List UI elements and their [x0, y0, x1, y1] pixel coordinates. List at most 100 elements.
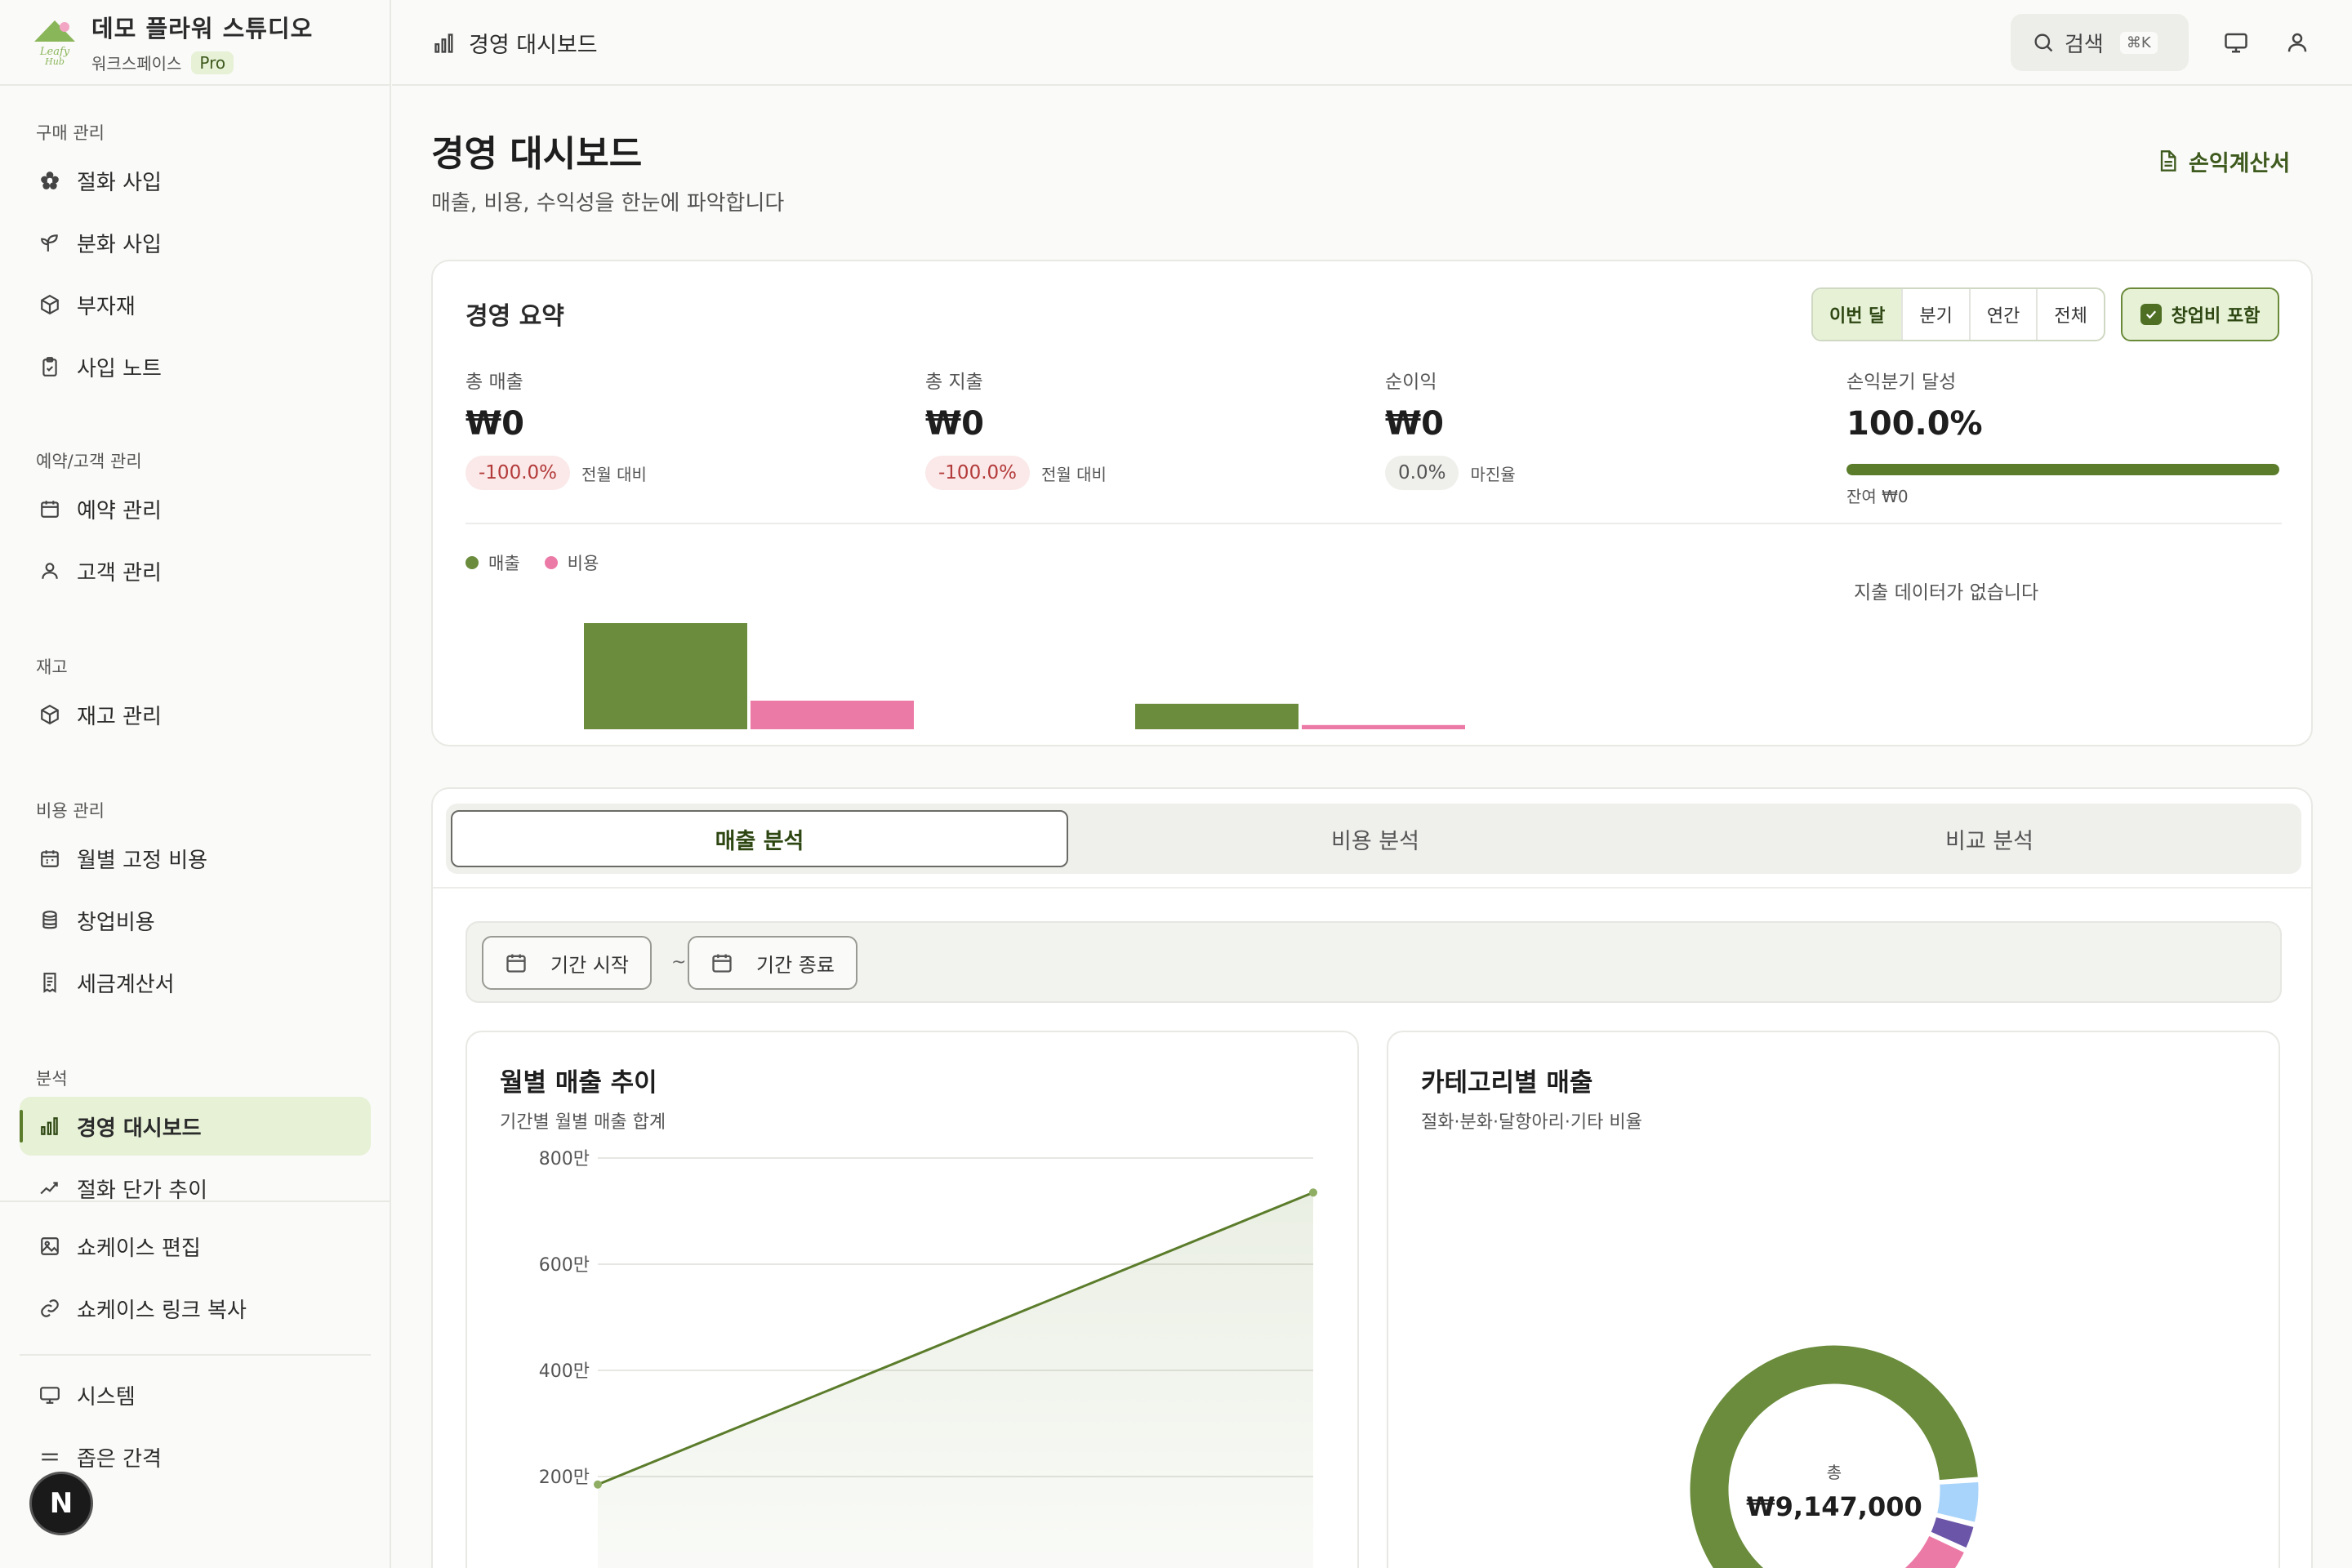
tabs-divider [433, 887, 2311, 889]
kpi-value: 100.0% [1846, 405, 1983, 443]
period-selector: 이번 달 분기 연간 전체 [1811, 287, 2105, 341]
link-icon [38, 1296, 62, 1321]
period-this-month[interactable]: 이번 달 [1813, 289, 1904, 340]
calendar-icon [38, 497, 62, 521]
sidebar-item-price-trend[interactable]: 절화 단가 추이 [20, 1159, 371, 1205]
sidebar-item-label: 쇼케이스 링크 복사 [77, 1298, 247, 1323]
section-title-inventory: 재고 [36, 657, 68, 677]
sidebar-item-label: 세금계산서 [77, 972, 175, 997]
sidebar-divider [20, 1354, 371, 1356]
sidebar-item-supplies[interactable]: 부자재 [20, 275, 371, 334]
sidebar-item-inventory[interactable]: 재고 관리 [20, 685, 371, 744]
monthly-revenue-subtitle: 기간별 월별 매출 합계 [500, 1112, 666, 1133]
user-icon [38, 559, 62, 583]
user-icon[interactable] [2283, 28, 2312, 57]
kpi-caption: 마진율 [1470, 464, 1516, 484]
section-title-analysis: 분석 [36, 1069, 68, 1089]
header-title: 경영 대시보드 [433, 0, 598, 86]
lines-icon [38, 1445, 62, 1469]
search-label: 검색 [2065, 32, 2104, 57]
date-end-button[interactable]: 기간 종료 [688, 936, 858, 990]
analysis-tabs: 매출 분석 비용 분석 비교 분석 [446, 804, 2301, 874]
coins-icon [38, 908, 62, 933]
tab-expense-analysis[interactable]: 비용 분석 [1068, 810, 1682, 867]
period-all[interactable]: 전체 [2038, 289, 2103, 340]
calendar-icon [38, 846, 62, 871]
brand-name: 데모 플라워 스튜디오 [91, 15, 314, 42]
search-shortcut: ⌘K [2119, 31, 2158, 54]
bar-expense-0 [751, 700, 914, 729]
calendar-icon [710, 951, 733, 974]
sidebar-item-system[interactable]: 시스템 [20, 1365, 371, 1424]
income-statement-label: 손익계산서 [2189, 150, 2291, 176]
sidebar-item-showcase-edit[interactable]: 쇼케이스 편집 [20, 1217, 371, 1276]
donut-center-value: ₩9,147,000 [1746, 1491, 1922, 1522]
income-statement-button[interactable]: 손익계산서 [2156, 144, 2290, 178]
summary-divider [466, 523, 2282, 524]
section-title-purchase: 구매 관리 [36, 123, 105, 143]
trend-icon [38, 1176, 62, 1200]
flower-icon [38, 168, 62, 193]
sidebar-item-label: 절화 단가 추이 [77, 1178, 208, 1203]
revenue-point[interactable] [1309, 1188, 1317, 1197]
monthly-revenue-chart: 800만 600만 400만 200만 [539, 1149, 1317, 1568]
sidebar-item-tax-invoice[interactable]: 세금계산서 [20, 953, 371, 1012]
tab-revenue-analysis[interactable]: 매출 분석 [451, 810, 1068, 867]
revenue-point[interactable] [594, 1480, 602, 1489]
sidebar-item-monthly-fixed[interactable]: 월별 고정 비용 [20, 829, 371, 888]
kpi-change-badge: 0.0% [1385, 456, 1459, 490]
sidebar-item-label: 시스템 [77, 1384, 136, 1410]
sidebar-item-potted[interactable]: 분화 사입 [20, 213, 371, 272]
brand-header[interactable]: Leafy Hub 데모 플라워 스튜디오 워크스페이스 Pro [0, 0, 390, 86]
breakeven-progress-fill [1846, 464, 2279, 475]
period-quarter[interactable]: 분기 [1903, 289, 1971, 340]
page-subtitle: 매출, 비용, 수익성을 한눈에 파악합니다 [431, 191, 785, 216]
y-tick-label: 200만 [539, 1468, 590, 1488]
page-title: 경영 대시보드 [431, 133, 643, 175]
top-header: 경영 대시보드 검색 ⌘K [392, 0, 2352, 86]
calendar-icon [505, 951, 528, 974]
tab-comparison-analysis[interactable]: 비교 분석 [1682, 810, 2296, 867]
date-end-label: 기간 종료 [756, 953, 835, 977]
svg-text:Hub: Hub [44, 56, 65, 67]
kpi-value: ₩0 [1385, 405, 1444, 443]
dev-tools-badge[interactable]: N [29, 1472, 93, 1535]
bar-chart-icon [38, 1114, 62, 1138]
date-start-button[interactable]: 기간 시작 [482, 936, 652, 990]
date-range-separator: ~ [671, 952, 687, 973]
sidebar-item-customers[interactable]: 고객 관리 [20, 541, 371, 600]
section-title-reservation: 예약/고객 관리 [36, 452, 142, 471]
kpi-breakeven: 손익분기 달성 100.0% 잔여 ₩0 [1846, 366, 2287, 507]
document-icon [2156, 149, 2179, 173]
sidebar-item-reservations[interactable]: 예약 관리 [20, 479, 371, 538]
sidebar-item-label: 분화 사입 [77, 232, 162, 257]
monitor-icon[interactable] [2221, 28, 2251, 57]
sidebar-item-label: 부자재 [77, 294, 136, 319]
sidebar-item-copy-showcase-link[interactable]: 쇼케이스 링크 복사 [20, 1279, 371, 1338]
bar-revenue-0 [584, 623, 747, 729]
revenue-area [598, 1192, 1313, 1568]
kpi-caption: 전월 대비 [581, 464, 647, 484]
breakeven-progress-track [1846, 464, 2279, 475]
sidebar-item-label: 창업비용 [77, 910, 155, 935]
kpi-total-revenue: 총 매출 ₩0 -100.0% 전월 대비 [466, 366, 890, 490]
y-tick-label: 800만 [539, 1149, 590, 1169]
category-revenue-card: 카테고리별 매출 절화·분화·달항아리·기타 비율 총 ₩9,147,000 [1387, 1031, 2280, 1568]
kpi-label: 순이익 [1385, 372, 1437, 393]
workspace-label: 워크스페이스 [91, 54, 182, 74]
period-year[interactable]: 연간 [1971, 289, 2038, 340]
kpi-value: ₩0 [466, 405, 524, 443]
sidebar-item-purchase-notes[interactable]: 사입 노트 [20, 337, 371, 396]
kpi-label: 총 지출 [925, 372, 983, 393]
sidebar-item-cut-flower[interactable]: 절화 사입 [20, 151, 371, 210]
y-tick-label: 400만 [539, 1361, 590, 1382]
search-button[interactable]: 검색 ⌘K [2011, 14, 2189, 71]
include-startup-toggle[interactable]: 창업비 포함 [2121, 287, 2279, 341]
section-title-costs: 비용 관리 [36, 801, 105, 821]
donut-center-label: 총 [1827, 1463, 1842, 1482]
sidebar-item-dashboard[interactable]: 경영 대시보드 [20, 1097, 371, 1156]
sidebar-item-startup-costs[interactable]: 창업비용 [20, 891, 371, 950]
kpi-change-badge: -100.0% [925, 456, 1030, 490]
image-icon [38, 1234, 62, 1258]
legend-swatch-revenue [466, 556, 479, 569]
